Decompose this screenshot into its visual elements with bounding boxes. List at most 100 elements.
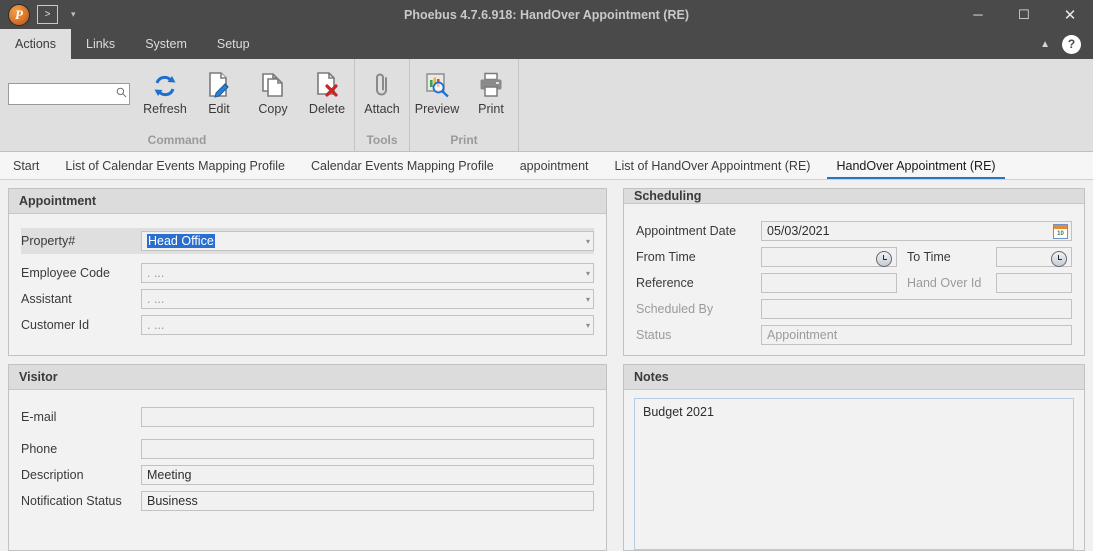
close-button[interactable]: ✕ <box>1047 0 1093 29</box>
chevron-down-icon[interactable]: ▾ <box>586 290 590 308</box>
panel-title-scheduling: Scheduling <box>624 189 1084 204</box>
notes-textarea[interactable]: Budget 2021 <box>634 398 1074 550</box>
left-column: Appointment Property# Head Office ▾ Empl… <box>0 180 615 551</box>
tab-appointment[interactable]: appointment <box>507 152 602 179</box>
scheduled-by-field[interactable] <box>761 299 1072 319</box>
notification-status-value: Business <box>147 494 198 508</box>
ribbon-group-command: Refresh Edit Copy Delete Command <box>0 59 354 151</box>
label-to-time: To Time <box>907 250 951 264</box>
refresh-icon <box>152 67 178 99</box>
minimize-button[interactable]: ─ <box>955 0 1001 29</box>
label-hand-over-id: Hand Over Id <box>907 276 982 290</box>
label-property: Property# <box>21 234 76 248</box>
delete-label: Delete <box>308 102 346 116</box>
title-bar: P > ▾ Phoebus 4.7.6.918: HandOver Appoin… <box>0 0 1093 29</box>
hand-over-id-field[interactable] <box>996 273 1072 293</box>
notification-status-field[interactable]: Business <box>141 491 594 511</box>
description-field[interactable]: Meeting <box>141 465 594 485</box>
preview-button[interactable]: Preview <box>410 65 464 116</box>
maximize-button[interactable]: ☐ <box>1001 0 1047 29</box>
chevron-down-icon[interactable]: ▾ <box>586 264 590 282</box>
form-workspace: Appointment Property# Head Office ▾ Empl… <box>0 180 1093 551</box>
window-controls: ─ ☐ ✕ <box>955 0 1093 29</box>
chevron-down-icon[interactable]: ▾ <box>71 9 76 20</box>
label-employee-code: Employee Code <box>21 266 110 280</box>
label-reference: Reference <box>636 276 694 290</box>
status-field[interactable]: Appointment <box>761 325 1072 345</box>
customer-id-combobox[interactable]: . ... ▾ <box>141 315 594 335</box>
field-row-email: E-mail <box>21 404 594 430</box>
menu-item-system[interactable]: System <box>130 29 202 59</box>
chevron-down-icon[interactable]: ▾ <box>586 232 590 250</box>
tab-list-of-handover-appointment[interactable]: List of HandOver Appointment (RE) <box>602 152 824 179</box>
reference-field[interactable] <box>761 273 897 293</box>
employee-code-combobox[interactable]: . ... ▾ <box>141 263 594 283</box>
menu-item-links[interactable]: Links <box>71 29 130 59</box>
clock-icon[interactable] <box>1051 251 1067 267</box>
tab-list-of-calendar-events-mapping-profile[interactable]: List of Calendar Events Mapping Profile <box>52 152 298 179</box>
search-container <box>0 65 138 123</box>
edit-label: Edit <box>208 102 230 116</box>
field-row-description: Description Meeting <box>21 462 594 488</box>
ribbon-group-label-print: Print <box>450 133 478 147</box>
calendar-icon[interactable]: 10 <box>1053 224 1068 239</box>
edit-pencil-icon <box>206 67 232 99</box>
edit-button[interactable]: Edit <box>192 65 246 116</box>
attach-button[interactable]: Attach <box>355 65 409 116</box>
clock-icon[interactable] <box>876 251 892 267</box>
tab-handover-appointment[interactable]: HandOver Appointment (RE) <box>823 152 1008 179</box>
property-value: Head Office <box>147 234 215 248</box>
label-description: Description <box>21 468 84 482</box>
calendar-icon-day: 10 <box>1057 230 1064 237</box>
tab-calendar-events-mapping-profile[interactable]: Calendar Events Mapping Profile <box>298 152 507 179</box>
application-window: P > ▾ Phoebus 4.7.6.918: HandOver Appoin… <box>0 0 1093 551</box>
field-row-status: Status Appointment <box>636 322 1072 348</box>
refresh-button[interactable]: Refresh <box>138 65 192 116</box>
label-notification-status: Notification Status <box>21 494 122 508</box>
delete-icon <box>314 67 340 99</box>
field-row-customer-id: Customer Id . ... ▾ <box>21 312 594 338</box>
quick-access-run-icon[interactable]: > <box>37 5 58 24</box>
help-icon[interactable]: ? <box>1062 34 1081 54</box>
to-time-field[interactable] <box>996 247 1072 267</box>
panel-title-appointment: Appointment <box>9 189 606 214</box>
panel-visitor: Visitor E-mail Phone Description Meeting… <box>8 364 607 551</box>
from-time-field[interactable] <box>761 247 897 267</box>
field-row-appointment-date: Appointment Date 05/03/2021 10 <box>636 218 1072 244</box>
customer-id-value: . ... <box>147 318 165 332</box>
document-tab-bar: Start List of Calendar Events Mapping Pr… <box>0 152 1093 180</box>
assistant-combobox[interactable]: . ... ▾ <box>141 289 594 309</box>
appointment-date-field[interactable]: 05/03/2021 10 <box>761 221 1072 241</box>
appointment-date-value: 05/03/2021 <box>767 224 830 238</box>
chevron-down-icon[interactable]: ▾ <box>586 316 590 334</box>
field-row-notification-status: Notification Status Business <box>21 488 594 514</box>
quick-access-toolbar: P > ▾ <box>0 3 76 26</box>
ribbon-group-tools: Attach Tools <box>354 59 409 151</box>
copy-button[interactable]: Copy <box>246 65 300 116</box>
phone-field[interactable] <box>141 439 594 459</box>
menu-bar: Actions Links System Setup ▲ ? <box>0 29 1093 59</box>
tab-start[interactable]: Start <box>0 152 52 179</box>
ribbon-group-print: Preview Print Print <box>409 59 518 151</box>
property-combobox[interactable]: Head Office ▾ <box>141 231 594 251</box>
description-value: Meeting <box>147 468 192 482</box>
field-row-phone: Phone <box>21 436 594 462</box>
delete-button[interactable]: Delete <box>300 65 354 116</box>
panel-notes: Notes Budget 2021 <box>623 364 1085 551</box>
preview-label: Preview <box>414 102 460 116</box>
email-field[interactable] <box>141 407 594 427</box>
label-customer-id: Customer Id <box>21 318 90 332</box>
field-row-reference: Reference Hand Over Id <box>636 270 1072 296</box>
search-box[interactable] <box>8 83 130 105</box>
menu-item-actions[interactable]: Actions <box>0 29 71 59</box>
search-icon[interactable] <box>113 87 129 101</box>
ribbon-filler <box>518 59 1093 151</box>
ribbon-group-label-tools: Tools <box>366 133 398 147</box>
label-appointment-date: Appointment Date <box>636 224 737 238</box>
search-input[interactable] <box>9 84 113 104</box>
menu-item-setup[interactable]: Setup <box>202 29 265 59</box>
chevron-up-icon[interactable]: ▲ <box>1040 39 1050 50</box>
refresh-label: Refresh <box>143 102 187 116</box>
print-button[interactable]: Print <box>464 65 518 116</box>
panel-body-visitor: E-mail Phone Description Meeting Notific… <box>9 390 606 550</box>
